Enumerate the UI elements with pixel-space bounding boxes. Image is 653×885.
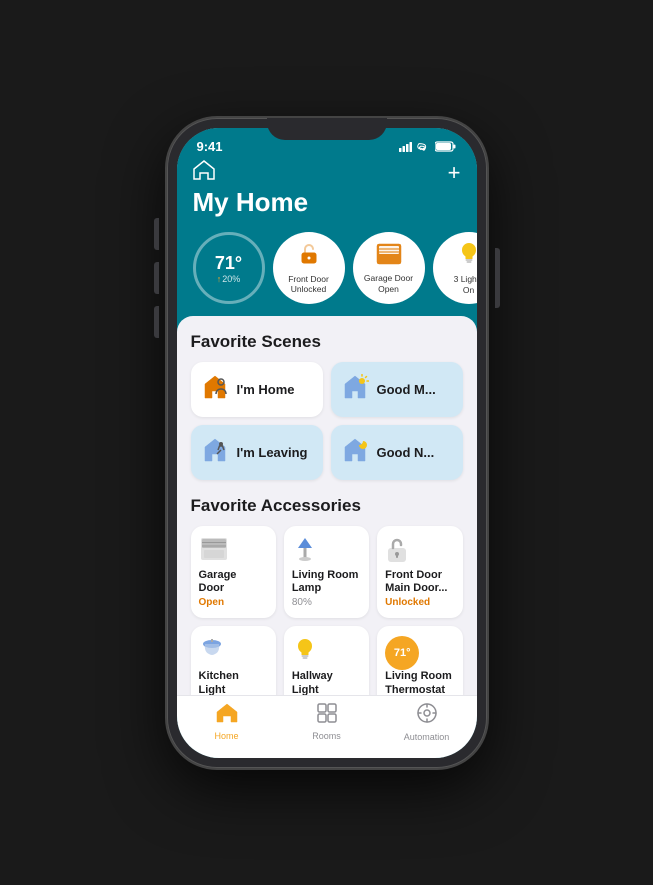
scene-im-leaving[interactable]: I'm Leaving [191,425,323,480]
temp-sub: ↑ 20% [217,274,241,284]
scene-good-night[interactable]: Good N... [331,425,463,480]
signal-icon [399,142,413,152]
front-door-lock-status: Unlocked [385,597,454,608]
garage-door-acc-icon [199,536,268,567]
accessory-front-door-lock[interactable]: Front DoorMain Door... Unlocked [377,526,462,618]
temp-value: 71° [215,253,242,274]
wifi-icon [417,142,431,152]
battery-icon [435,141,457,152]
sun-house-icon [341,374,369,400]
garage-acc-icon [199,536,229,562]
living-lamp-icon [292,536,361,569]
thermostat-name: Living RoomThermostat [385,670,454,694]
kitchen-light-icon [199,636,268,669]
rooms-tab-icon [317,703,337,723]
im-home-label: I'm Home [237,382,295,397]
garage-icon [375,242,403,266]
kitchen-light-name: KitchenLight [199,670,268,694]
status-icons [399,141,457,152]
notch [267,118,387,140]
tab-home-icon [216,703,238,729]
white-section: Favorite Scenes I'm Home [177,316,477,694]
front-door-label: Front DoorUnlocked [288,274,329,294]
scroll-area[interactable]: 71° ↑ 20% [177,224,477,694]
tab-automation[interactable]: Automation [377,702,477,742]
scenes-section-title: Favorite Scenes [191,332,463,352]
app-header: + [177,156,477,188]
good-night-icon [341,437,369,468]
good-night-label: Good N... [377,445,435,460]
tab-bar: Home Rooms [177,695,477,758]
accessory-kitchen-light[interactable]: KitchenLight 70% [191,626,276,694]
tab-rooms-label: Rooms [312,731,341,741]
tab-home-label: Home [214,731,238,741]
lights-label: 3 LightsOn [454,274,477,294]
lock-icon [385,536,409,564]
ceiling-light-icon [199,636,225,664]
front-door-lock-name: Front DoorMain Door... [385,569,454,595]
humidity-value: 20% [222,274,240,284]
tab-rooms[interactable]: Rooms [277,703,377,741]
page-title: My Home [193,188,461,217]
tab-rooms-icon [317,703,337,729]
unlock-icon [297,242,321,266]
front-door-icon [297,242,321,272]
accessory-garage-door[interactable]: GarageDoor Open [191,526,276,618]
accessories-section-title: Favorite Accessories [191,496,463,516]
status-time: 9:41 [197,139,223,154]
bulb-icon [458,241,477,267]
home-tab-icon [216,703,238,723]
tab-automation-label: Automation [404,732,450,742]
im-leaving-icon [201,437,229,468]
moon-house-icon [341,437,369,463]
good-morning-icon [341,374,369,405]
app-screen: 9:41 [177,128,477,758]
status-tiles-row: 71° ↑ 20% [177,224,477,316]
tab-automation-icon [416,702,438,730]
accessory-living-lamp[interactable]: Living RoomLamp 80% [284,526,369,618]
garage-door-acc-status: Open [199,597,268,608]
temperature-tile[interactable]: 71° ↑ 20% [193,232,265,304]
im-leaving-label: I'm Leaving [237,445,308,460]
leaving-icon [201,437,229,463]
accessories-grid: GarageDoor Open [191,526,463,694]
automation-tab-icon [416,702,438,724]
phone-screen: 9:41 [177,128,477,758]
tab-home[interactable]: Home [177,703,277,741]
living-lamp-name: Living RoomLamp [292,569,361,595]
im-home-icon [201,374,229,405]
phone-frame: 9:41 [167,118,487,768]
garage-door-acc-name: GarageDoor [199,569,268,595]
home-icon-btn[interactable] [193,160,215,185]
bulb-yellow-icon [292,636,318,664]
garage-door-label: Garage DoorOpen [364,273,413,293]
good-morning-label: Good M... [377,382,436,397]
accessory-hallway-light[interactable]: HallwayLight 70% [284,626,369,694]
add-button[interactable]: + [448,160,461,186]
home-person-icon [201,374,229,400]
scene-good-morning[interactable]: Good M... [331,362,463,417]
lights-tile[interactable]: 3 LightsOn [433,232,477,304]
living-lamp-status: 80% [292,597,361,608]
garage-door-tile[interactable]: Garage DoorOpen [353,232,425,304]
temp-arrow: ↑ [217,274,222,284]
accessory-thermostat[interactable]: 71° Living RoomThermostat Heating to 71° [377,626,462,694]
garage-door-icon [375,242,403,271]
lights-icon [458,241,477,272]
scene-im-home[interactable]: I'm Home [191,362,323,417]
scenes-grid: I'm Home [191,362,463,480]
front-door-lock-icon [385,536,454,569]
hallway-light-icon [292,636,361,669]
hallway-light-name: HallwayLight [292,670,361,694]
home-icon [193,160,215,180]
front-door-tile[interactable]: Front DoorUnlocked [273,232,345,304]
desk-lamp-icon [292,536,318,564]
thermostat-circle: 71° [385,636,419,670]
